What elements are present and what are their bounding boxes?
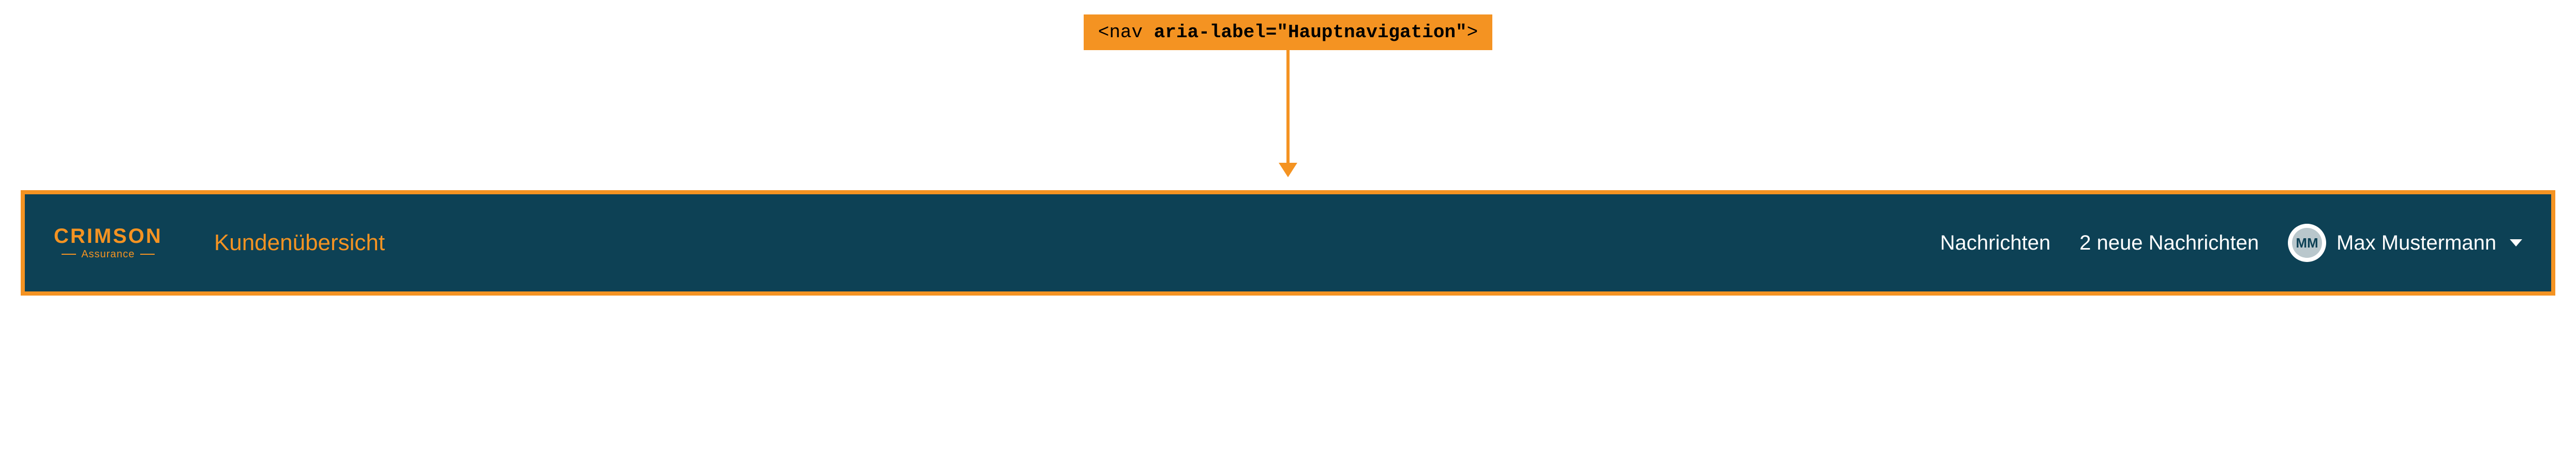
main-navigation: CRIMSON Assurance Kundenübersicht Nachri… [21,190,2555,296]
avatar: MM [2288,224,2326,262]
annotation-arrow [1279,50,1297,177]
chevron-down-icon [2510,239,2522,246]
logo-divider-right-icon [140,254,155,255]
arrow-line [1286,50,1290,164]
logo-sub-row: Assurance [62,249,155,260]
logo-main-text: CRIMSON [54,226,162,246]
logo-divider-left-icon [62,254,76,255]
messages-status: 2 neue Nachrichten [2079,232,2259,255]
user-menu[interactable]: MM Max Mustermann [2288,224,2522,262]
annotation-container: <nav aria-label="Hauptnavigation"> [0,0,2576,177]
brand-logo[interactable]: CRIMSON Assurance [54,226,162,260]
avatar-initials: MM [2292,228,2322,258]
user-name: Max Mustermann [2337,232,2496,255]
code-annotation-badge: <nav aria-label="Hauptnavigation"> [1084,14,1493,50]
arrow-head-icon [1279,163,1297,177]
code-prefix: <nav [1098,22,1154,43]
messages-link[interactable]: Nachrichten [1940,232,2050,255]
logo-sub-text: Assurance [81,249,135,260]
page-title: Kundenübersicht [214,230,385,256]
nav-right-group: Nachrichten 2 neue Nachrichten MM Max Mu… [1940,224,2522,262]
code-attr: aria-label="Hauptnavigation" [1154,22,1467,43]
code-suffix: > [1467,22,1478,43]
